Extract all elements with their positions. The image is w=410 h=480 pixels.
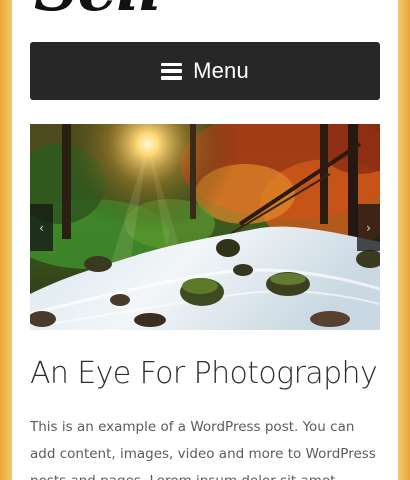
post-title[interactable]: An Eye For Photography (30, 354, 382, 394)
excerpt-line: This is an example of a WordPress post. … (30, 419, 355, 435)
chevron-left-icon: ‹ (39, 220, 44, 235)
post-excerpt: This is an example of a WordPress post. … (30, 414, 382, 480)
excerpt-line: posts and pages. Lorem ipsum dolor sit a… (30, 468, 382, 480)
chevron-right-icon: › (366, 220, 371, 235)
forest-stream-image (30, 124, 380, 330)
menu-button[interactable]: Menu (30, 42, 380, 100)
slider-prev-button[interactable]: ‹ (30, 204, 53, 251)
hamburger-icon (161, 62, 183, 80)
site-logo[interactable]: Sell (34, 0, 162, 20)
image-slider[interactable]: ‹ › (30, 124, 380, 330)
menu-label: Menu (193, 58, 249, 83)
slider-next-button[interactable]: › (357, 204, 380, 251)
excerpt-line: add content, images, video and more to W… (30, 446, 376, 462)
